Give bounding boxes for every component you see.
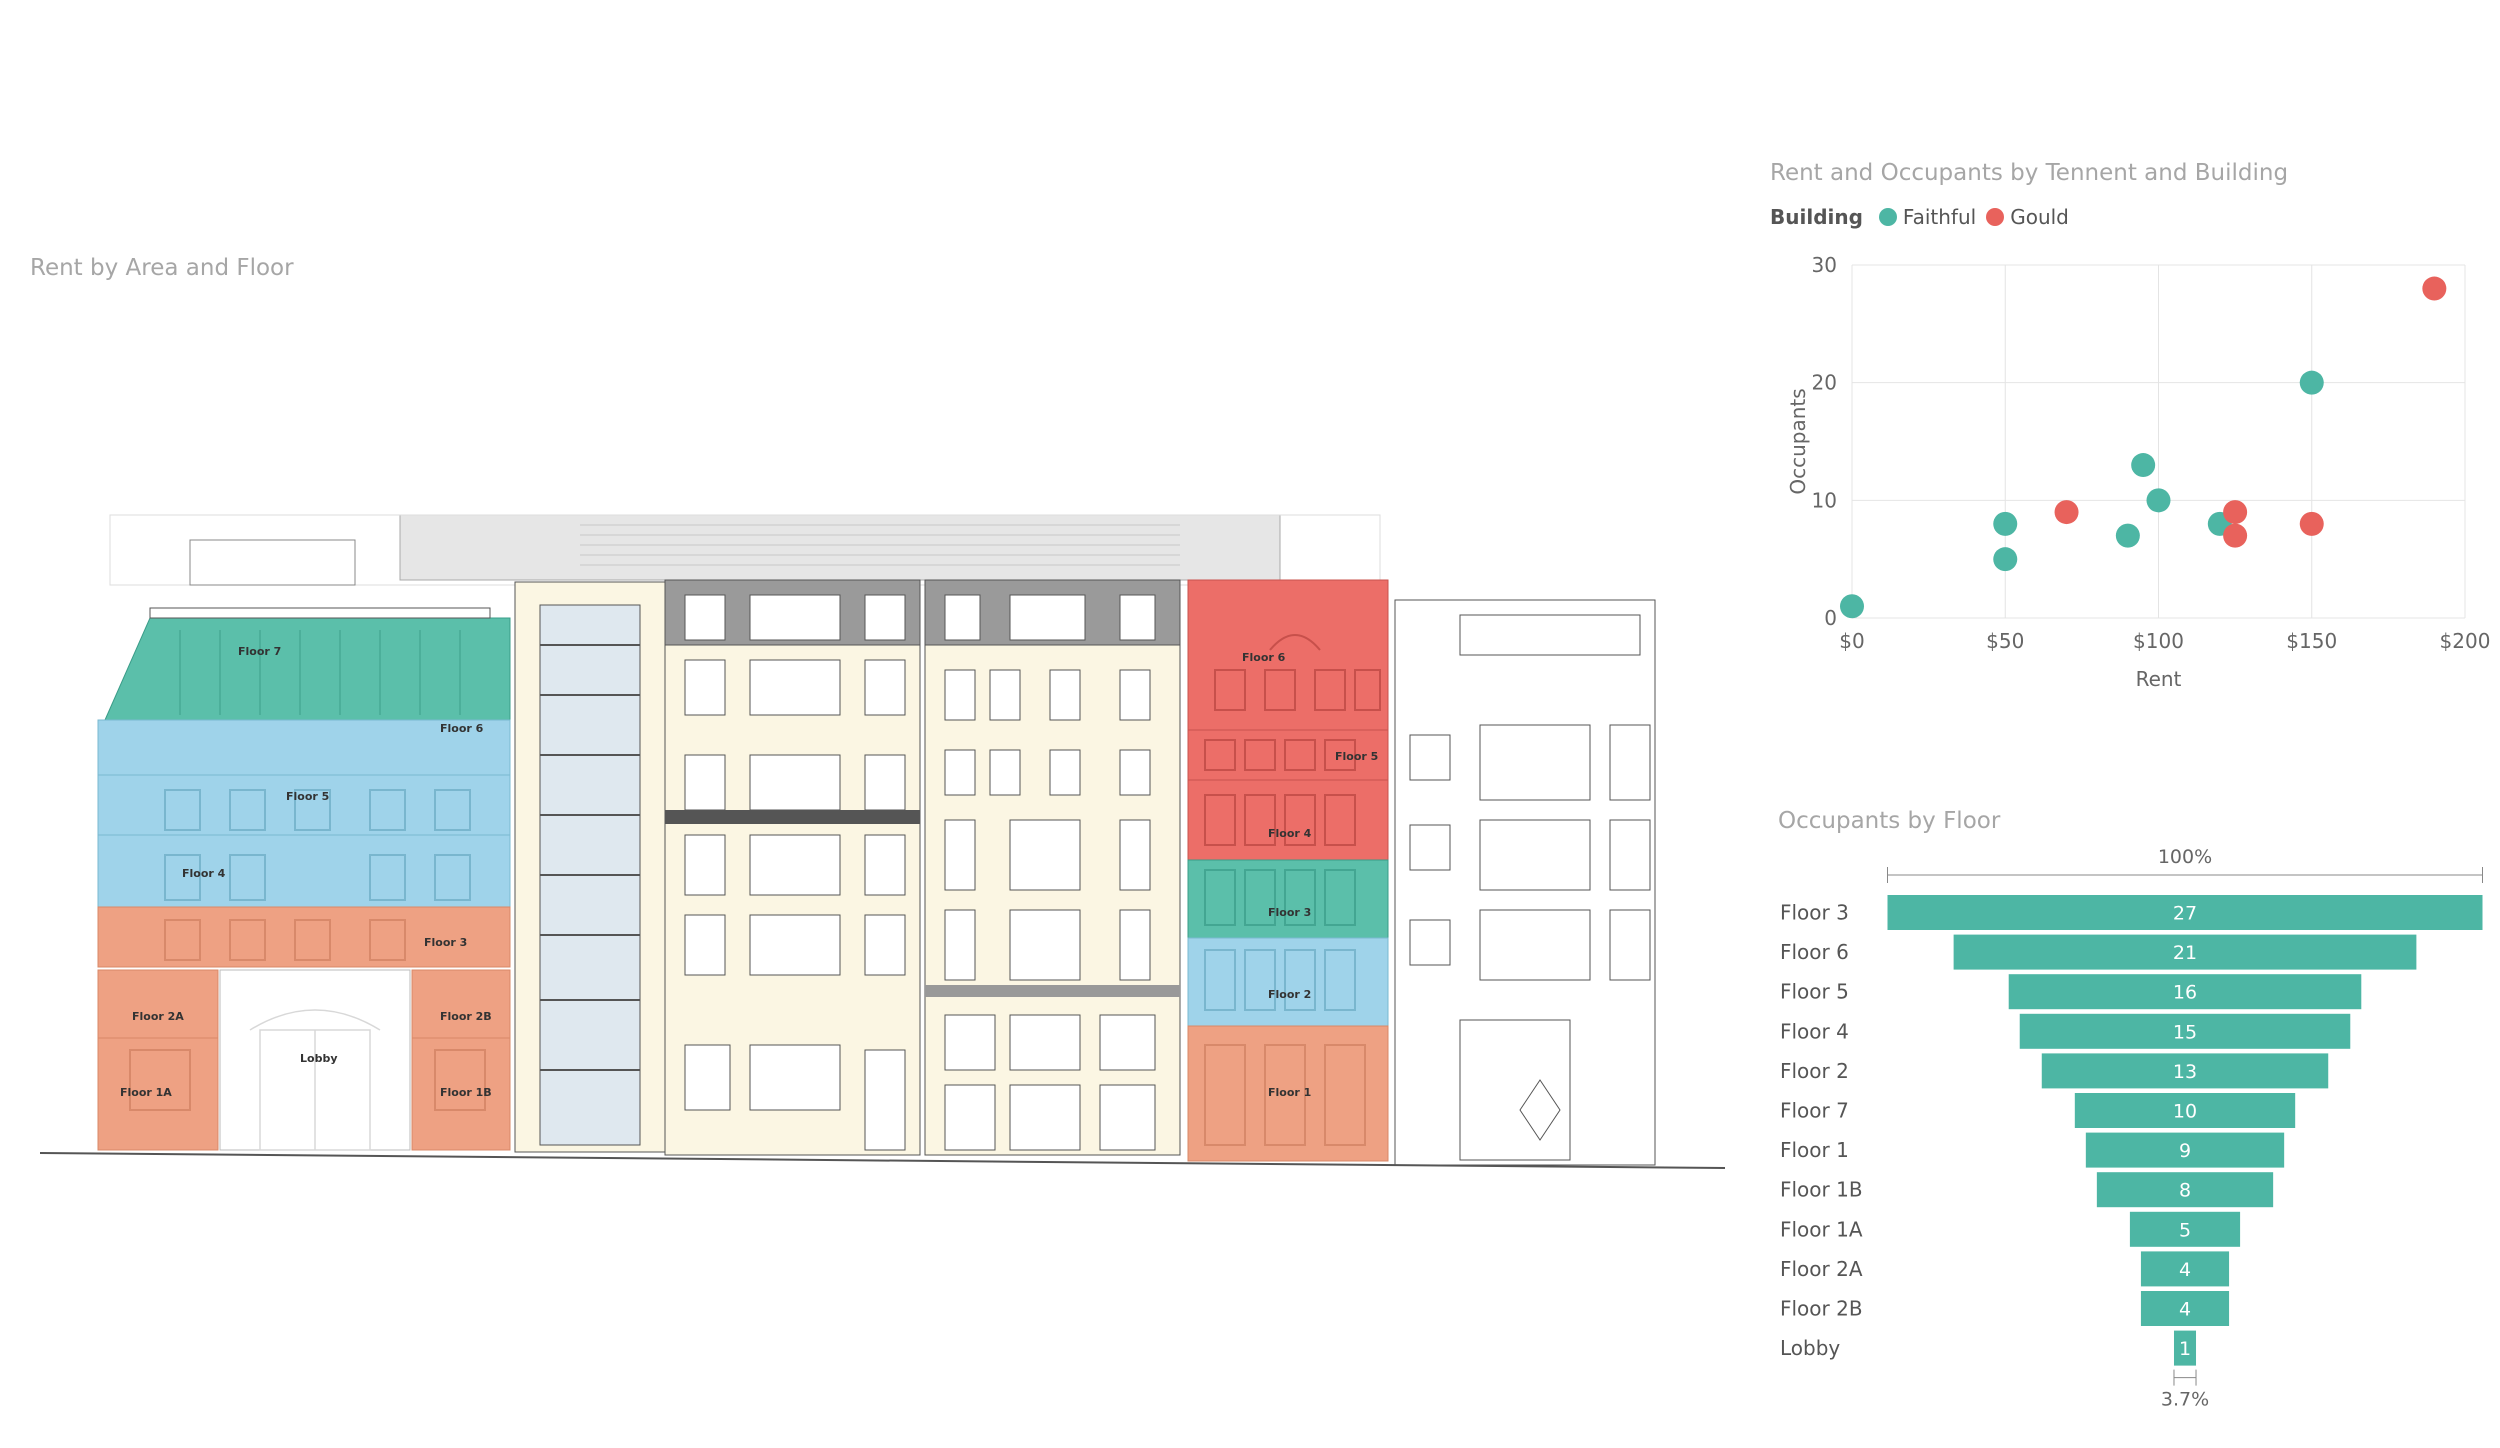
scatter-point-gould [2422,276,2447,301]
scatter-point-faithful [2115,523,2140,548]
center-building-b [924,579,1181,1156]
funnel-category-label: Floor 2 [1780,1059,1849,1083]
floor-4-region [97,834,511,908]
x-axis-label: Rent [2136,667,2182,691]
scatter-plot: $0 $50 $100 $150 $200 0 10 20 30 Rent Occupants [1786,253,2491,691]
building-facade-image: Floor 7 Floor 6 Floor 5 Floor 4 Floor 3 … [39,514,1726,1169]
funnel-value-label: 4 [2179,1259,2191,1281]
scatter-point-faithful [1840,594,1864,619]
scatter-point-faithful [1993,511,2018,536]
x-tick-label: $200 [2440,629,2491,653]
floor-7-region [104,617,511,721]
funnel-value-label: 4 [2179,1299,2191,1321]
y-tick-label: 30 [1812,253,1837,277]
label-r-floor5: Floor 5 [1335,750,1378,763]
funnel-value-label: 13 [2173,1061,2197,1083]
funnel-category-label: Floor 1B [1780,1178,1863,1202]
far-right-building [1394,599,1656,1166]
funnel-value-label: 16 [2173,982,2197,1004]
scatter-point-faithful [1993,547,2018,572]
y-tick-label: 20 [1812,371,1837,395]
building-facade-visual[interactable]: Floor 7 Floor 6 Floor 5 Floor 4 Floor 3 … [20,470,1740,1190]
label-floor2b: Floor 2B [440,1010,492,1023]
label-floor1a: Floor 1A [120,1086,172,1099]
scatter-point-gould [2299,511,2324,536]
funnel-category-label: Floor 5 [1780,980,1849,1004]
glass-tower [514,581,666,1153]
funnel-visual[interactable]: Occupants by Floor 100% Floor 3 27 Floor 62… [1765,800,2500,1420]
funnel-value-label: 9 [2179,1140,2191,1162]
funnel-value-label: 5 [2179,1219,2191,1241]
label-r-floor6: Floor 6 [1242,651,1286,664]
funnel-category-label: Floor 1A [1780,1217,1863,1241]
funnel-category-label: Lobby [1780,1336,1840,1360]
floor-2b-region [411,969,511,1039]
scatter-point-faithful [2146,488,2171,513]
funnel-chart: 100%Floor 3 27Floor 6 21Floor 5 16Floor 4 15… [1780,846,2483,1411]
label-floor3: Floor 3 [424,936,467,949]
building-visual-title: Rent by Area and Floor [30,255,294,281]
funnel-value-label: 27 [2173,903,2197,925]
x-tick-label: $50 [1986,629,2024,653]
scatter-point-gould [2223,500,2248,525]
label-floor6: Floor 6 [440,722,484,735]
label-r-floor3: Floor 3 [1268,906,1311,919]
label-lobby: Lobby [300,1052,338,1065]
funnel-value-label: 10 [2173,1101,2197,1123]
r-floor-3-region [1187,859,1389,939]
funnel-category-label: Floor 4 [1780,1019,1849,1043]
funnel-value-label: 15 [2173,1021,2197,1043]
scatter-point-gould [2223,523,2248,548]
label-r-floor2: Floor 2 [1268,988,1311,1001]
funnel-value-label: 8 [2179,1180,2191,1202]
funnel-top-pct: 100% [2158,846,2212,868]
funnel-category-label: Floor 3 [1780,901,1849,925]
right-colored-building [1187,579,1389,1162]
center-building-a [664,579,921,1156]
label-floor1b: Floor 1B [440,1086,492,1099]
funnel-value-label: 1 [2179,1338,2191,1360]
label-floor5: Floor 5 [286,790,329,803]
x-tick-label: $0 [1839,629,1864,653]
floor-2a-region [97,969,219,1039]
scatter-point-faithful [2131,453,2156,478]
funnel-category-label: Floor 2B [1780,1297,1863,1321]
y-tick-label: 10 [1812,488,1837,512]
label-r-floor4: Floor 4 [1268,827,1312,840]
funnel-bottom-pct: 3.7% [2161,1389,2209,1411]
x-tick-label: $100 [2133,629,2184,653]
funnel-category-label: Floor 6 [1780,940,1849,964]
r-floor-6-region [1187,579,1389,731]
scatter-point-gould [2054,500,2079,525]
y-tick-label: 0 [1824,606,1837,630]
r-floor-4-region [1187,779,1389,861]
r-floor-2-region [1187,937,1389,1027]
funnel-value-label: 21 [2173,942,2197,964]
funnel-category-label: Floor 7 [1780,1099,1849,1123]
label-floor2a: Floor 2A [132,1010,184,1023]
label-floor7: Floor 7 [238,645,281,658]
label-floor4: Floor 4 [182,867,226,880]
funnel-category-label: Floor 1 [1780,1138,1849,1162]
x-tick-label: $150 [2286,629,2337,653]
label-r-floor1: Floor 1 [1268,1086,1311,1099]
scatter-point-faithful [2299,370,2324,395]
funnel-category-label: Floor 2A [1780,1257,1863,1281]
y-axis-label: Occupants [1786,388,1810,494]
floor-5-region [97,774,511,836]
scatter-visual[interactable]: Rent and Occupants by Tennent and Buildi… [1765,140,2500,710]
left-building [97,607,511,1151]
